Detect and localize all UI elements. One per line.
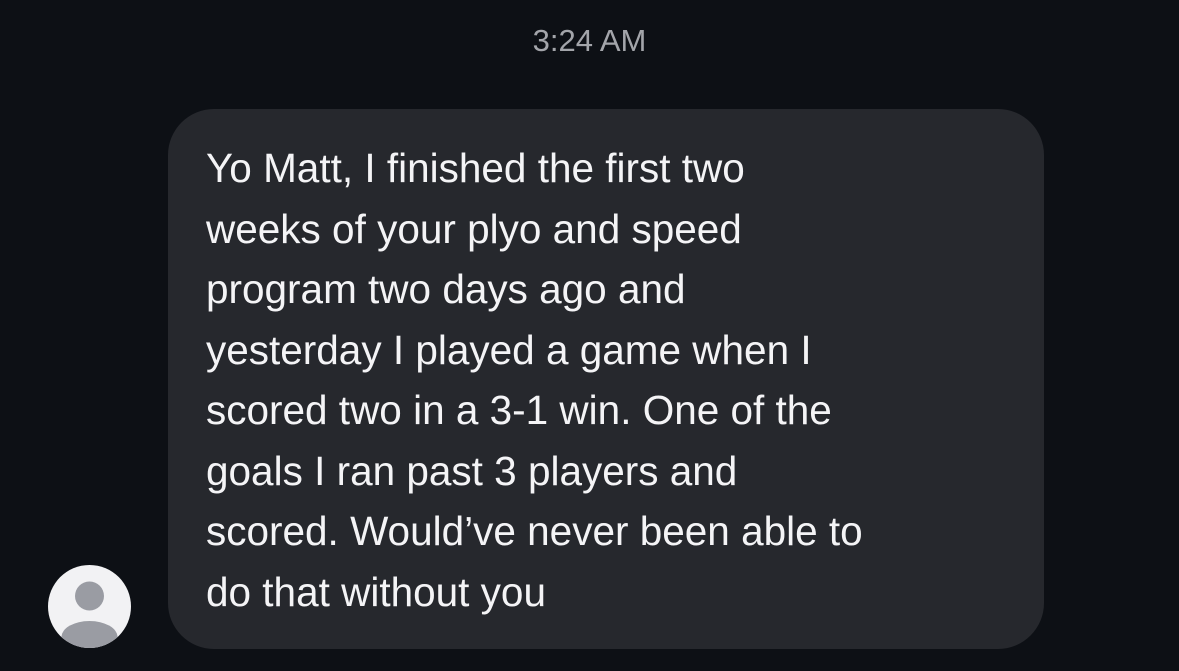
avatar[interactable] [48, 565, 131, 648]
message-timestamp: 3:24 AM [532, 23, 647, 58]
incoming-message-bubble[interactable]: Yo Matt, I finished the first two weeks … [168, 109, 1044, 649]
message-thread: 3:24 AM Yo Matt, I finished the first tw… [0, 0, 1179, 671]
message-text: Yo Matt, I finished the first two weeks … [206, 145, 863, 615]
person-silhouette-icon [61, 581, 118, 648]
